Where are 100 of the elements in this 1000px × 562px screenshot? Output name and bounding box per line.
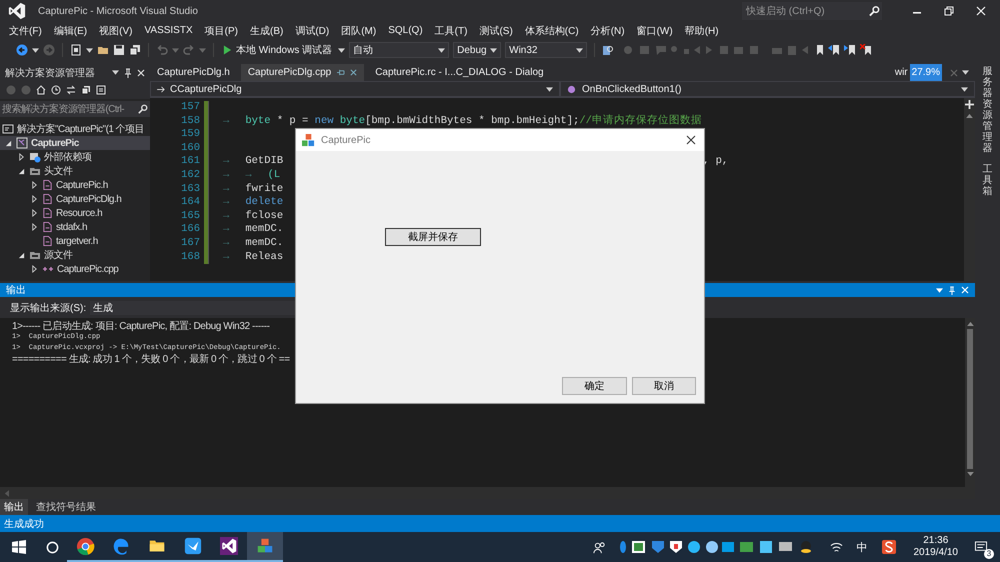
tree-item[interactable]: targetver.h — [56, 236, 98, 246]
tree-item[interactable]: 外部依赖项 — [44, 150, 92, 164]
menu-item[interactable]: SQL(Q) — [382, 22, 429, 38]
collapsed-arrow-icon[interactable] — [31, 265, 38, 273]
start-debugging-button[interactable]: 本地 Windows 调试器 — [221, 43, 334, 57]
menu-item[interactable]: 工具(T) — [428, 22, 474, 38]
tree-item[interactable]: 解决方案"CapturePic"(1 个项目 — [17, 122, 144, 136]
menu-item[interactable]: 团队(M) — [335, 22, 382, 38]
close-icon[interactable] — [686, 135, 696, 145]
caret-icon[interactable] — [86, 48, 93, 52]
menu-item[interactable]: 编辑(E) — [48, 22, 94, 38]
find-in-files-icon[interactable] — [602, 44, 614, 56]
menu-item[interactable]: 体系结构(C) — [518, 22, 585, 38]
collapsed-arrow-icon[interactable] — [31, 223, 38, 231]
caret-icon[interactable] — [961, 86, 968, 92]
menu-item[interactable]: 分析(N) — [584, 22, 631, 38]
sogou-icon[interactable] — [882, 540, 896, 554]
scroll-up-icon[interactable] — [966, 321, 974, 326]
input-method-indicator[interactable]: 中 — [856, 540, 868, 554]
pin-icon[interactable] — [336, 69, 346, 76]
caret-icon[interactable] — [338, 48, 346, 52]
search-icon[interactable] — [869, 6, 880, 16]
back-icon[interactable] — [16, 44, 28, 56]
next-bookmark-icon[interactable] — [844, 44, 856, 56]
clock-time[interactable]: 21:36 — [923, 535, 948, 547]
home-icon[interactable] — [36, 85, 46, 95]
search-circle-icon[interactable] — [46, 540, 59, 554]
side-tab[interactable]: 工具箱 — [982, 164, 992, 197]
expanded-arrow-icon[interactable] — [18, 252, 25, 258]
previous-bookmark-icon[interactable] — [828, 44, 840, 56]
collapsed-arrow-icon[interactable] — [31, 181, 38, 189]
properties-icon[interactable] — [96, 85, 106, 95]
menu-item[interactable]: 帮助(H) — [678, 22, 725, 38]
save-all-icon[interactable] — [129, 44, 141, 56]
quick-launch-field[interactable]: 快速启动 (Ctrl+Q) — [742, 2, 882, 20]
search-field[interactable]: 搜索解决方案资源管理器(Ctrl- — [0, 101, 150, 117]
toolbar-combo[interactable]: Debug — [453, 42, 502, 58]
history-icon[interactable] — [51, 85, 61, 95]
scroll-up-icon[interactable] — [966, 113, 973, 118]
document-tab[interactable]: CapturePicDlg.h — [150, 64, 237, 81]
menu-item[interactable]: 文件(F) — [3, 22, 48, 38]
tree-item[interactable]: CapturePic.h — [56, 180, 108, 190]
document-tab[interactable]: wir — [894, 67, 908, 78]
member-dropdown[interactable]: OnBnClickedButton1() — [560, 81, 975, 97]
caret-icon[interactable] — [576, 48, 584, 52]
menu-item[interactable]: 调试(D) — [289, 22, 336, 38]
menu-item[interactable]: 视图(V) — [93, 22, 138, 38]
tree-item[interactable]: CapturePicDlg.h — [56, 194, 122, 204]
tree-item[interactable]: 源文件 — [44, 248, 72, 262]
new-project-icon[interactable] — [70, 44, 82, 56]
document-tab[interactable]: CapturePic.rc - I...C_DIALOG - Dialog — [368, 64, 551, 81]
panel-tab[interactable]: 输出 — [0, 499, 28, 515]
tree-item[interactable]: Resource.h — [56, 208, 102, 218]
panel-tab[interactable]: 查找符号结果 — [32, 499, 100, 515]
caret-icon[interactable] — [546, 86, 553, 92]
expanded-arrow-icon[interactable] — [18, 168, 25, 174]
undo-icon[interactable] — [156, 44, 168, 56]
menu-item[interactable]: VASSISTX — [138, 22, 199, 38]
toolbar-combo[interactable]: 自动 — [349, 42, 450, 58]
sync-icon[interactable] — [66, 85, 76, 95]
expanded-arrow-icon[interactable] — [5, 140, 12, 146]
dialog-button[interactable]: 截屏并保存 — [385, 228, 481, 246]
collapsed-arrow-icon[interactable] — [31, 195, 38, 203]
caret-icon[interactable] — [112, 70, 119, 75]
scroll-down-icon[interactable] — [966, 472, 974, 477]
menu-item[interactable]: 项目(P) — [198, 22, 244, 38]
collapsed-arrow-icon[interactable] — [18, 153, 25, 161]
tree-item[interactable]: 头文件 — [44, 164, 72, 178]
toolbar-combo[interactable]: Win32 — [505, 42, 588, 58]
class-dropdown[interactable]: CCapturePicDlg — [150, 81, 560, 97]
split-icon[interactable] — [965, 100, 974, 109]
tree-item[interactable]: stdafx.h — [56, 222, 88, 232]
caret-icon[interactable] — [32, 48, 39, 52]
dialog-button[interactable]: 取消 — [632, 377, 696, 395]
notification-icon[interactable] — [974, 540, 988, 554]
search-icon[interactable] — [138, 104, 148, 114]
menu-item[interactable]: 窗口(W) — [630, 22, 679, 38]
restore-icon[interactable] — [944, 6, 954, 16]
wifi-icon[interactable] — [830, 540, 842, 554]
collapsed-arrow-icon[interactable] — [31, 209, 38, 217]
caret-icon[interactable] — [936, 288, 943, 292]
tree-item[interactable]: CapturePic.cpp — [57, 264, 118, 274]
document-tab[interactable]: CapturePicDlg.cpp — [240, 64, 364, 81]
copy-icon[interactable] — [81, 85, 91, 95]
dialog-button[interactable]: 确定 — [562, 377, 627, 395]
scrollbar-thumb[interactable] — [967, 329, 973, 469]
windows-start-icon[interactable] — [12, 540, 26, 554]
save-icon[interactable] — [113, 44, 125, 56]
people-icon[interactable] — [592, 540, 606, 554]
caret-icon[interactable] — [962, 70, 969, 75]
caret-icon[interactable] — [490, 48, 498, 52]
caret-icon[interactable] — [438, 48, 446, 52]
bookmark-icon[interactable] — [816, 44, 824, 56]
clear-bookmarks-icon[interactable] — [860, 44, 872, 56]
menu-item[interactable]: 测试(S) — [473, 22, 519, 38]
open-folder-icon[interactable] — [97, 44, 109, 56]
side-tab[interactable]: 服务器资源管理器 — [982, 66, 992, 154]
clock-date[interactable]: 2019/4/10 — [914, 547, 958, 559]
redo-icon[interactable] — [183, 44, 195, 56]
menu-item[interactable]: 生成(B) — [244, 22, 290, 38]
